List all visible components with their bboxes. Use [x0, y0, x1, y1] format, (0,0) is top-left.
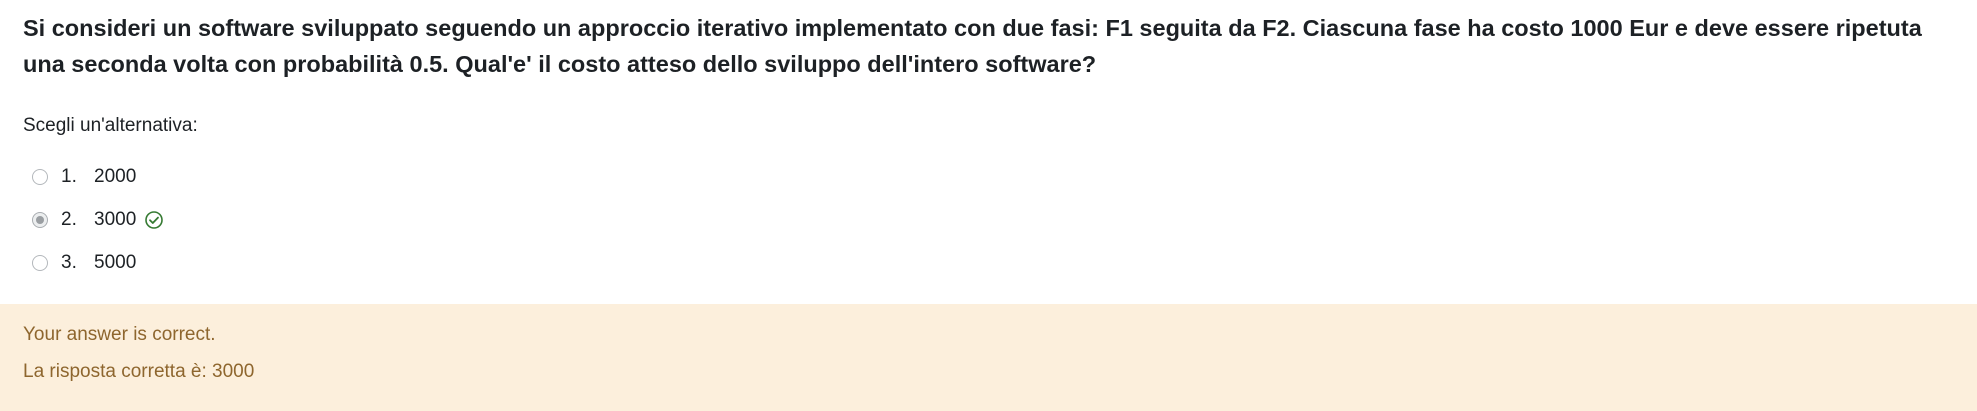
radio-button[interactable] [32, 168, 48, 185]
radio-button-selected[interactable] [32, 211, 48, 228]
answer-option-1[interactable]: 1. 2000 [32, 155, 164, 198]
feedback-panel: Your answer is correct. La risposta corr… [0, 304, 1977, 411]
answer-list: 1. 2000 2. 3000 3. 5000 [32, 155, 164, 284]
answer-number: 3. [61, 251, 77, 273]
answer-value: 5000 [94, 251, 137, 273]
answer-value: 2000 [94, 165, 137, 187]
radio-button[interactable] [32, 254, 48, 271]
feedback-right-answer: La risposta corretta è: 3000 [23, 361, 255, 382]
question-text: Si consideri un software sviluppato segu… [23, 15, 1922, 77]
feedback-status: Your answer is correct. [23, 324, 216, 345]
answer-number: 1. [61, 165, 77, 187]
answer-prompt: Scegli un'alternativa: [23, 115, 198, 136]
answer-option-3[interactable]: 3. 5000 [32, 241, 164, 284]
check-circle-icon [144, 210, 164, 230]
answer-option-2[interactable]: 2. 3000 [32, 198, 164, 241]
answer-value: 3000 [94, 208, 137, 230]
answer-number: 2. [61, 208, 77, 230]
